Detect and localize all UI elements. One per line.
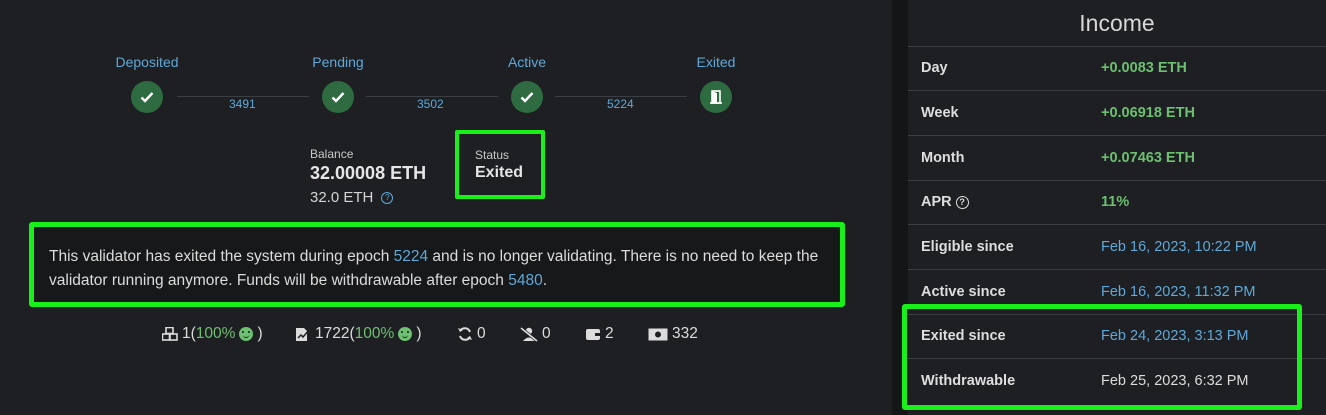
- income-row-week: Week +0.06918 ETH: [908, 91, 1326, 136]
- effective-balance-value: 32.0 ETH: [310, 189, 374, 206]
- file-signature-icon: [296, 327, 310, 341]
- income-row-withdrawable: Withdrawable Feb 25, 2023, 6:32 PM: [908, 359, 1326, 403]
- exit-epoch-link[interactable]: 5224: [394, 248, 428, 265]
- row-value: +0.0083 ETH: [1101, 60, 1187, 76]
- epoch-link-exit[interactable]: 5224: [607, 97, 634, 111]
- income-row-month: Month +0.07463 ETH: [908, 136, 1326, 181]
- check-icon: [511, 81, 543, 113]
- proposals-count: 1722(: [315, 325, 355, 342]
- balance-label: Balance: [310, 147, 354, 161]
- withdraw-epoch-link[interactable]: 5480: [508, 272, 542, 289]
- attestations-stat: 1(100% ): [162, 325, 263, 343]
- row-key: Day: [921, 60, 948, 76]
- step-label: Deposited: [115, 54, 179, 70]
- status-label: Status: [475, 148, 510, 162]
- row-value: 11%: [1101, 194, 1130, 210]
- income-row-eligible: Eligible since Feb 16, 2023, 10:22 PM: [908, 225, 1326, 270]
- income-title: Income: [908, 0, 1326, 47]
- income-panel: Income Day +0.0083 ETH Week +0.06918 ETH…: [908, 0, 1326, 415]
- row-key-apr: APR ?: [921, 194, 969, 210]
- withdrawals-count: 332: [672, 325, 698, 342]
- sync-stat: 0: [457, 325, 486, 343]
- row-value: Feb 25, 2023, 6:32 PM: [1101, 373, 1249, 389]
- deposits-count: 2: [605, 325, 614, 342]
- income-row-exited: Exited since Feb 24, 2023, 3:13 PM: [908, 314, 1326, 359]
- exit-message: This validator has exited the system dur…: [49, 245, 829, 293]
- sync-count: 0: [477, 325, 486, 342]
- epoch-link-deposit[interactable]: 3491: [229, 97, 256, 111]
- status-highlight: Status Exited: [455, 130, 545, 199]
- step-exited: Exited: [661, 53, 771, 113]
- balance-value: 32.00008 ETH: [310, 163, 427, 183]
- income-row-apr: APR ? 11%: [908, 180, 1326, 225]
- sync-icon: [458, 327, 472, 341]
- effective-balance: 32.0 ETH ?: [310, 189, 394, 206]
- message-text: This validator has exited the system dur…: [49, 248, 394, 265]
- door-exit-icon: [700, 81, 732, 113]
- user-slash-icon: [520, 326, 538, 342]
- proposals-pct: 100%: [354, 325, 395, 342]
- step-label: Pending: [312, 54, 364, 70]
- row-value: +0.07463 ETH: [1101, 150, 1195, 166]
- step-label: Exited: [696, 54, 736, 70]
- wallet-icon: [586, 329, 600, 340]
- help-icon[interactable]: ?: [381, 191, 394, 204]
- eligible-since-link[interactable]: Feb 16, 2023, 10:22 PM: [1101, 239, 1257, 255]
- slashings-stat: 0: [520, 325, 551, 343]
- income-row-day: Day +0.0083 ETH: [908, 46, 1326, 91]
- money-bill-icon: [648, 328, 668, 340]
- step-deposited: Deposited: [92, 53, 202, 113]
- validator-overview-panel: Deposited 3491 Pending 3502 Active 5224 …: [0, 0, 892, 415]
- active-since-link[interactable]: Feb 16, 2023, 11:32 PM: [1101, 284, 1256, 300]
- slashings-count: 0: [542, 325, 551, 342]
- epoch-link-activation-eligibility[interactable]: 3502: [417, 97, 444, 111]
- step-active: Active: [472, 53, 582, 113]
- paren: ): [257, 325, 263, 342]
- check-icon: [131, 81, 163, 113]
- income-row-active: Active since Feb 16, 2023, 11:32 PM: [908, 270, 1326, 315]
- row-key: Active since: [921, 284, 1006, 300]
- smile-icon: [239, 327, 254, 341]
- proposals-stat: 1722(100% ): [295, 325, 421, 343]
- row-key: Withdrawable: [921, 373, 1016, 389]
- status-value: Exited: [475, 164, 524, 181]
- paren: ): [416, 325, 422, 342]
- row-value: +0.06918 ETH: [1101, 105, 1195, 121]
- exit-message-highlight: This validator has exited the system dur…: [29, 222, 845, 307]
- step-pending: Pending: [283, 53, 393, 113]
- deposits-stat: 2: [585, 325, 614, 343]
- smile-icon: [398, 327, 413, 341]
- step-label: Active: [507, 54, 547, 70]
- help-icon[interactable]: ?: [955, 195, 969, 209]
- withdrawals-stat: 332: [648, 325, 698, 343]
- check-icon: [322, 81, 354, 113]
- row-key: Week: [921, 105, 959, 121]
- panel-divider: [892, 0, 908, 415]
- attestations-pct: 100%: [195, 325, 236, 342]
- attestations-count: 1(: [182, 325, 196, 342]
- row-key: Eligible since: [921, 239, 1014, 255]
- message-text: .: [542, 272, 548, 289]
- row-key: APR: [921, 194, 952, 210]
- cubes-icon: [162, 327, 178, 341]
- row-key: Exited since: [921, 328, 1006, 344]
- row-key: Month: [921, 150, 965, 166]
- exited-since-link[interactable]: Feb 24, 2023, 3:13 PM: [1101, 328, 1249, 344]
